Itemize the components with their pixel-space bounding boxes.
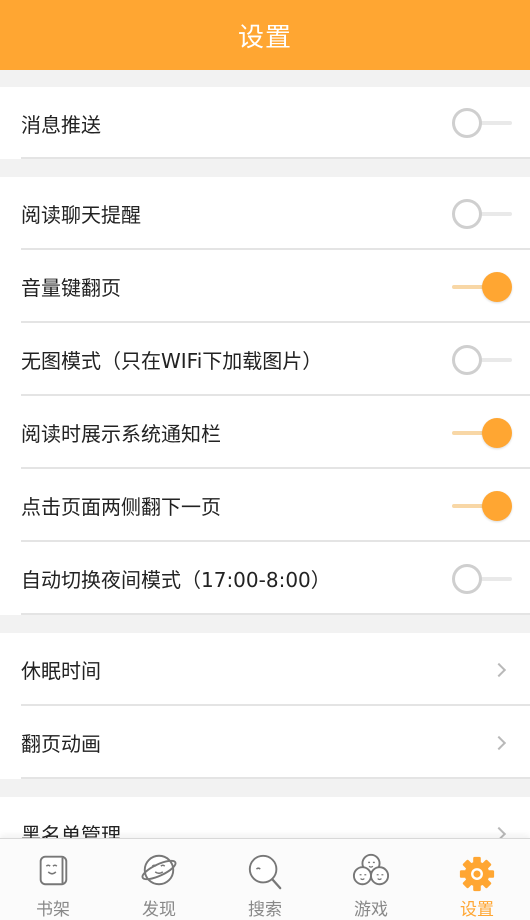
divider — [21, 777, 530, 779]
group-spacer — [0, 70, 530, 87]
setting-label: 阅读时展示系统通知栏 — [21, 422, 221, 446]
header-bar: 设置 — [0, 0, 530, 70]
night-mode-toggle[interactable] — [452, 563, 512, 594]
setting-label: 黑名单管理 — [21, 823, 121, 838]
setting-row-blacklist[interactable]: 黑名单管理 — [0, 797, 530, 838]
tab-label: 游戏 — [354, 900, 388, 920]
planet-icon — [141, 854, 177, 886]
setting-row-page-animation[interactable]: 翻页动画 — [0, 706, 530, 779]
bookshelf-icon — [39, 855, 68, 886]
game-icon — [352, 853, 390, 886]
tab-settings[interactable]: 设置 — [424, 839, 530, 920]
settings-group-notifications: 消息推送 — [0, 87, 530, 159]
setting-row-no-image[interactable]: 无图模式（只在WIFi下加载图片） — [0, 323, 530, 396]
side-tap-toggle[interactable] — [452, 490, 512, 521]
group-spacer — [0, 615, 530, 633]
setting-row-side-tap[interactable]: 点击页面两侧翻下一页 — [0, 469, 530, 542]
tab-label: 书架 — [36, 900, 70, 920]
setting-label: 点击页面两侧翻下一页 — [21, 495, 221, 519]
tab-label: 搜索 — [248, 900, 282, 920]
setting-row-night-mode[interactable]: 自动切换夜间模式（17:00-8:00） — [0, 542, 530, 615]
setting-row-chat-reminder[interactable]: 阅读聊天提醒 — [0, 177, 530, 250]
setting-label: 自动切换夜间模式（17:00-8:00） — [21, 568, 331, 592]
no-image-toggle[interactable] — [452, 344, 512, 375]
setting-label: 翻页动画 — [21, 732, 101, 756]
status-bar-toggle[interactable] — [452, 417, 512, 448]
volume-page-toggle[interactable] — [452, 271, 512, 302]
settings-group-misc: 休眠时间 翻页动画 — [0, 633, 530, 779]
setting-label: 阅读聊天提醒 — [21, 203, 141, 227]
setting-label: 消息推送 — [21, 112, 101, 137]
setting-label: 休眠时间 — [21, 659, 101, 683]
chevron-right-icon — [491, 735, 507, 750]
chevron-right-icon — [491, 826, 507, 838]
divider — [21, 613, 530, 615]
setting-label: 无图模式（只在WIFi下加载图片） — [21, 349, 323, 373]
gear-icon — [459, 856, 495, 892]
page-title: 设置 — [237, 22, 292, 53]
setting-row-push[interactable]: 消息推送 — [0, 87, 530, 159]
settings-list[interactable]: 消息推送 阅读聊天提醒 音量键翻页 无图模式（只在WIFi下加载图片） 阅读时展… — [0, 70, 530, 838]
tab-label: 发现 — [142, 900, 176, 920]
chat-reminder-toggle[interactable] — [452, 198, 512, 229]
tab-label: 设置 — [460, 900, 494, 920]
tab-discover[interactable]: 发现 — [106, 839, 212, 920]
settings-group-blacklist: 黑名单管理 — [0, 797, 530, 838]
tab-search[interactable]: 搜索 — [212, 839, 318, 920]
setting-label: 音量键翻页 — [21, 276, 121, 300]
setting-row-sleep-time[interactable]: 休眠时间 — [0, 633, 530, 706]
tab-bookshelf[interactable]: 书架 — [0, 839, 106, 920]
divider — [21, 157, 530, 159]
setting-row-status-bar[interactable]: 阅读时展示系统通知栏 — [0, 396, 530, 469]
search-icon — [248, 854, 282, 890]
group-spacer — [0, 779, 530, 797]
tab-games[interactable]: 游戏 — [318, 839, 424, 920]
chevron-right-icon — [491, 662, 507, 677]
push-toggle[interactable] — [452, 108, 512, 138]
settings-group-reading: 阅读聊天提醒 音量键翻页 无图模式（只在WIFi下加载图片） 阅读时展示系统通知… — [0, 177, 530, 615]
setting-row-volume-page[interactable]: 音量键翻页 — [0, 250, 530, 323]
group-spacer — [0, 159, 530, 177]
bottom-tab-bar: 书架 发现 搜索 游戏 设置 — [0, 838, 530, 920]
